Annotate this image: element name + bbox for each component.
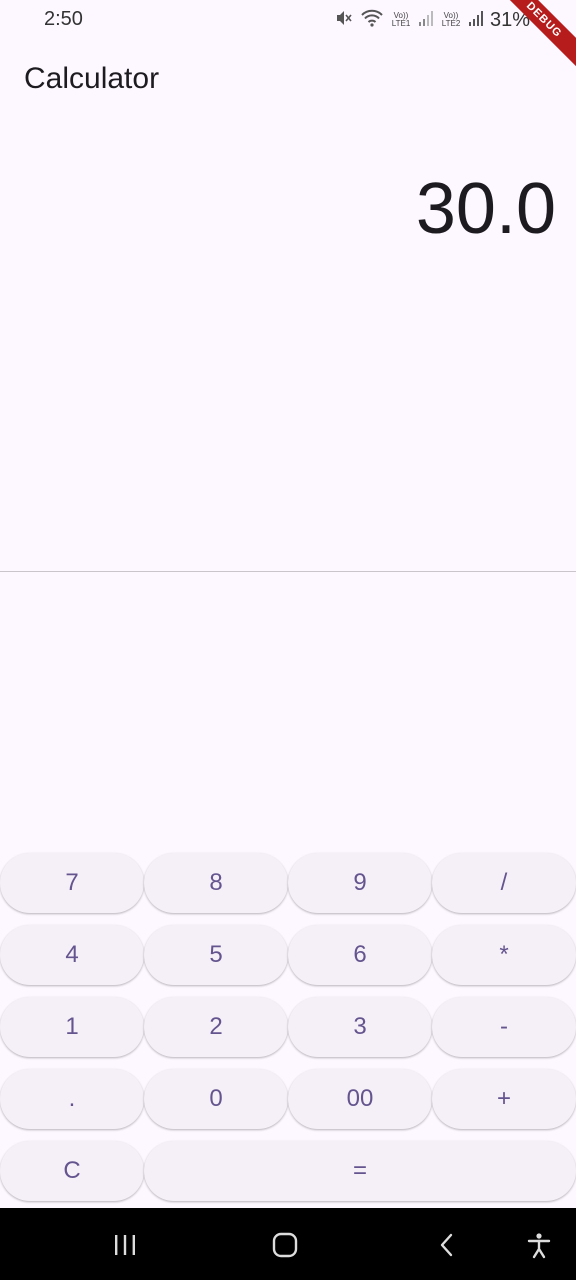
sim2-label: Vo)) LTE2	[441, 11, 461, 28]
key-equals[interactable]: =	[144, 1141, 576, 1201]
key-subtract[interactable]: -	[432, 997, 576, 1057]
sim1-label: Vo)) LTE1	[391, 11, 411, 28]
accessibility-icon[interactable]	[524, 1230, 554, 1260]
key-2[interactable]: 2	[144, 997, 288, 1057]
page-title: Calculator	[24, 62, 160, 95]
key-multiply[interactable]: *	[432, 925, 576, 985]
key-3[interactable]: 3	[288, 997, 432, 1057]
home-icon[interactable]	[270, 1230, 300, 1260]
signal-icon-sim2	[468, 9, 484, 32]
key-clear[interactable]: C	[0, 1141, 144, 1201]
key-8[interactable]: 8	[144, 853, 288, 913]
navigation-bar	[0, 1208, 576, 1280]
calculator-display: 30.0	[415, 169, 556, 249]
signal-icon-sim1	[418, 9, 434, 32]
key-7[interactable]: 7	[0, 853, 144, 913]
mute-icon	[334, 8, 354, 33]
back-icon[interactable]	[432, 1230, 462, 1260]
key-1[interactable]: 1	[0, 997, 144, 1057]
status-time: 2:50	[44, 8, 83, 30]
recent-apps-icon[interactable]	[110, 1230, 140, 1260]
key-00[interactable]: 00	[288, 1069, 432, 1129]
divider	[0, 571, 576, 572]
status-icons: Vo)) LTE1 Vo)) LTE2 31%	[334, 6, 530, 34]
key-6[interactable]: 6	[288, 925, 432, 985]
key-0[interactable]: 0	[144, 1069, 288, 1129]
key-9[interactable]: 9	[288, 853, 432, 913]
wifi-icon	[360, 8, 384, 33]
key-4[interactable]: 4	[0, 925, 144, 985]
key-decimal[interactable]: .	[0, 1069, 144, 1129]
key-divide[interactable]: /	[432, 853, 576, 913]
key-5[interactable]: 5	[144, 925, 288, 985]
key-add[interactable]: +	[432, 1069, 576, 1129]
status-bar: 2:50 Vo)) LTE1 Vo)) LTE2 31% DEBUG	[0, 0, 576, 70]
